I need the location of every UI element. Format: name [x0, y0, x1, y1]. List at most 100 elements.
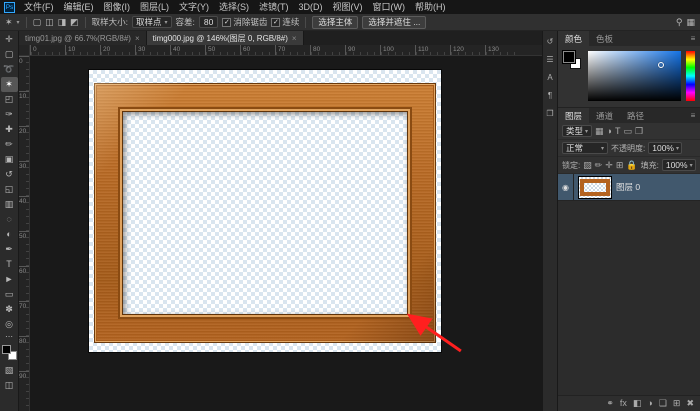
menu-item[interactable]: 图层(L) — [135, 0, 174, 14]
lock-position-icon[interactable]: ✛ — [605, 161, 613, 170]
gradient-tool[interactable]: ▥ — [1, 197, 18, 212]
doc-tab-timg000[interactable]: timg000.jpg @ 146%(图层 0, RGB/8#) × — [147, 31, 304, 45]
doc-tab-timg01[interactable]: timg01.jpg @ 66.7%(RGB/8#) × — [19, 31, 147, 45]
layer-mask-icon[interactable]: ◧ — [633, 399, 642, 408]
tab-swatches[interactable]: 色板 — [589, 31, 620, 46]
select-subject-button[interactable]: 选择主体 — [312, 16, 358, 29]
fill-input[interactable]: 100% ▾ — [662, 159, 696, 171]
filter-pixel-layers-icon[interactable]: ▦ — [595, 127, 604, 136]
intersect-selection-icon[interactable]: ◩ — [70, 18, 79, 27]
blur-tool[interactable]: ◌ — [1, 212, 18, 227]
hand-tool[interactable]: ✽ — [1, 302, 18, 317]
lock-all-icon[interactable]: 🔒 — [626, 161, 637, 170]
filter-shape-layers-icon[interactable]: ▭ — [623, 127, 632, 136]
menu-item[interactable]: 窗口(W) — [368, 0, 411, 14]
lock-transparency-icon[interactable]: ▨ — [583, 161, 592, 170]
color-field-marker[interactable] — [658, 62, 664, 68]
screen-mode-icon[interactable]: ◫ — [1, 378, 18, 393]
menu-item[interactable]: 选择(S) — [214, 0, 254, 14]
history-icon[interactable]: ↺ — [547, 37, 554, 46]
filter-adjustment-layers-icon[interactable]: ◑ — [607, 127, 612, 136]
menu-item[interactable]: 图像(I) — [99, 0, 136, 14]
tool-preset-caret-icon[interactable]: ▾ — [17, 19, 20, 26]
blend-mode-select[interactable]: 正常 ▾ — [562, 142, 608, 154]
magic-wand-tool[interactable]: ✶ — [1, 77, 18, 92]
lock-pixels-icon[interactable]: ✏ — [595, 161, 603, 170]
healing-brush-tool[interactable]: ✚ — [1, 122, 18, 137]
dodge-tool[interactable]: ◐ — [1, 227, 18, 242]
search-icon[interactable]: ⚲ — [676, 18, 683, 27]
subtract-from-selection-icon[interactable]: ◨ — [58, 18, 67, 27]
type-tool[interactable]: T — [1, 257, 18, 272]
paragraph-icon[interactable]: ¶ — [548, 91, 552, 100]
move-tool[interactable]: ✛ — [1, 32, 18, 47]
new-layer-icon[interactable]: ⊞ — [673, 399, 681, 408]
foreground-color-swatch[interactable] — [2, 345, 11, 354]
menu-item[interactable]: 3D(D) — [294, 0, 328, 14]
layer-thumbnail[interactable] — [578, 176, 612, 199]
layer-visibility-toggle[interactable]: ◉ — [558, 174, 574, 200]
canvas-area[interactable] — [30, 56, 542, 411]
layer-row-0[interactable]: ◉ 图层 0 — [558, 174, 700, 201]
sample-size-select[interactable]: 取样点 ▾ — [132, 16, 172, 28]
new-group-icon[interactable]: ❑ — [659, 399, 667, 408]
lasso-tool[interactable]: ➰ — [1, 62, 18, 77]
layer-effects-icon[interactable]: fx — [620, 399, 627, 408]
pen-tool[interactable]: ✒ — [1, 242, 18, 257]
opacity-input[interactable]: 100% ▾ — [648, 142, 682, 154]
tab-channels[interactable]: 通道 — [589, 108, 620, 123]
brush-tool[interactable]: ✏ — [1, 137, 18, 152]
workspace-switcher-icon[interactable]: ▦ — [686, 18, 695, 27]
fg-bg-color-chips[interactable] — [563, 51, 583, 71]
eraser-tool[interactable]: ◱ — [1, 182, 18, 197]
menu-item[interactable]: 文件(F) — [19, 0, 59, 14]
clone-stamp-tool[interactable]: ▣ — [1, 152, 18, 167]
path-select-tool[interactable]: ► — [1, 272, 18, 287]
history-brush-tool[interactable]: ↺ — [1, 167, 18, 182]
quick-mask-icon[interactable]: ▧ — [1, 363, 18, 378]
zoom-tool[interactable]: ◎ — [1, 317, 18, 332]
color-swatches[interactable] — [2, 345, 17, 360]
add-to-selection-icon[interactable]: ◫ — [45, 18, 54, 27]
layer-name[interactable]: 图层 0 — [616, 181, 640, 193]
adjustment-layer-icon[interactable]: ◑ — [647, 399, 652, 408]
crop-tool[interactable]: ◰ — [1, 92, 18, 107]
eyedropper-tool[interactable]: ✑ — [1, 107, 18, 122]
delete-layer-icon[interactable]: ✖ — [686, 399, 694, 408]
foreground-color-chip[interactable] — [563, 51, 575, 63]
more-tools-icon[interactable]: ⋯ — [1, 332, 18, 342]
menu-item[interactable]: 帮助(H) — [410, 0, 451, 14]
menu-item[interactable]: 文字(Y) — [174, 0, 214, 14]
menu-item[interactable]: 视图(V) — [328, 0, 368, 14]
tab-color[interactable]: 颜色 — [558, 31, 589, 46]
close-tab-icon[interactable]: × — [135, 34, 140, 43]
lock-artboard-icon[interactable]: ⊞ — [616, 161, 624, 170]
close-tab-icon[interactable]: × — [292, 34, 297, 43]
tab-layers[interactable]: 图层 — [558, 108, 589, 123]
menu-item[interactable]: 滤镜(T) — [254, 0, 294, 14]
document-canvas[interactable] — [89, 70, 441, 352]
hue-slider[interactable] — [686, 51, 695, 101]
marquee-tool[interactable]: ▢ — [1, 47, 18, 62]
select-and-mask-button[interactable]: 选择并遮住 ... — [362, 16, 426, 29]
horizontal-ruler[interactable]: 0102030405060708090100110120130 — [30, 45, 542, 56]
active-tool-icon[interactable]: ✶ — [5, 18, 13, 27]
menu-item[interactable]: 编辑(E) — [59, 0, 99, 14]
link-layers-icon[interactable]: ⚭ — [606, 399, 614, 408]
panel-menu-icon[interactable]: ≡ — [686, 108, 700, 123]
contiguous-checkbox[interactable]: ✓ 连续 — [271, 16, 299, 28]
shape-tool[interactable]: ▭ — [1, 287, 18, 302]
checkbox-icon[interactable]: ✓ — [222, 18, 231, 27]
new-selection-icon[interactable]: ▢ — [33, 18, 42, 27]
tolerance-input[interactable]: 80 — [199, 16, 218, 28]
filter-smart-objects-icon[interactable]: ❒ — [635, 127, 643, 136]
checkbox-icon[interactable]: ✓ — [271, 18, 280, 27]
saturation-brightness-field[interactable] — [588, 51, 681, 101]
anti-alias-checkbox[interactable]: ✓ 消除锯齿 — [222, 16, 267, 28]
filter-type-layers-icon[interactable]: T — [615, 127, 621, 136]
libraries-icon[interactable]: ❐ — [546, 109, 553, 118]
panel-menu-icon[interactable]: ≡ — [686, 31, 700, 46]
character-icon[interactable]: A — [547, 73, 552, 82]
tab-paths[interactable]: 路径 — [620, 108, 651, 123]
properties-icon[interactable]: ☰ — [546, 55, 553, 64]
